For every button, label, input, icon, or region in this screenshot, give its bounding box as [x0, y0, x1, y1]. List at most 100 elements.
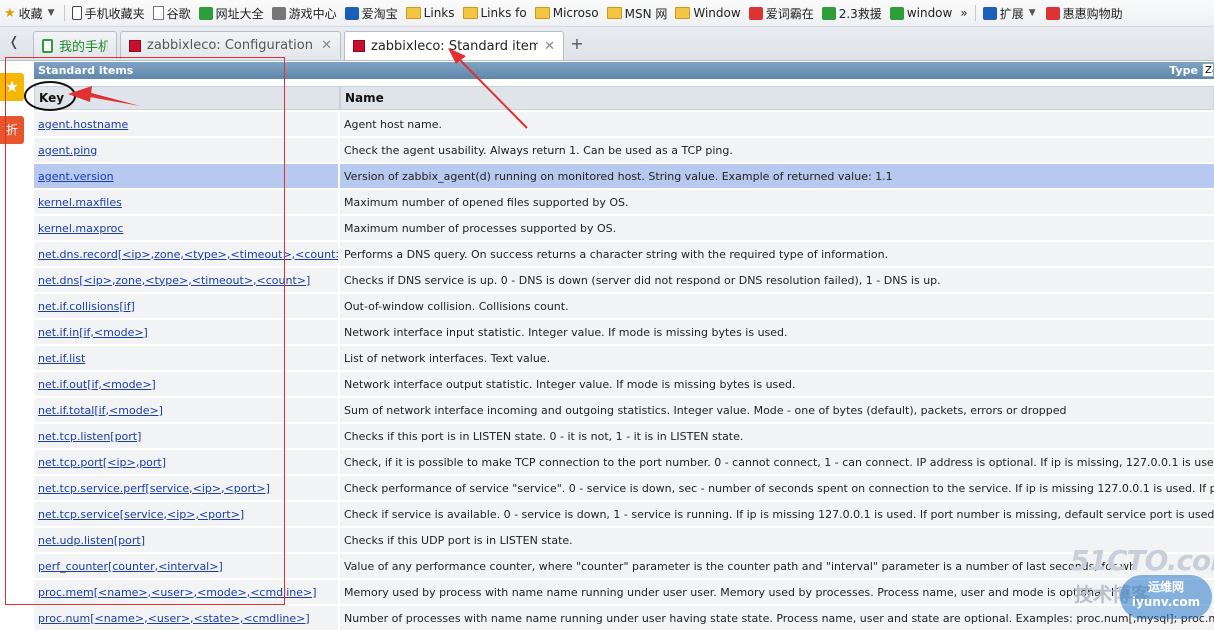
bookmark-item[interactable]: Links fo — [459, 2, 531, 24]
item-key-link[interactable]: agent.version — [38, 170, 114, 183]
type-label: Type — [1169, 64, 1198, 77]
page-icon — [152, 6, 164, 20]
key-cell: net.tcp.service[service,<ip>,<port>] — [34, 502, 340, 526]
tab-zabbix-standard-items[interactable]: zabbixleco: Standard items ✕ — [344, 31, 564, 60]
bookmark-item[interactable]: 爱淘宝 — [341, 2, 402, 24]
tab-title: zabbixleco: Configuration of — [147, 38, 316, 53]
extensions-button[interactable]: 扩展 ▼ — [979, 2, 1042, 24]
column-header-name[interactable]: Name — [340, 86, 1214, 110]
folder-icon — [462, 7, 478, 19]
item-name-cell: Maximum number of opened files supported… — [340, 190, 1214, 214]
bookmark-item[interactable]: ★ 收藏 ▼ — [0, 2, 61, 24]
shopping-label: 惠惠购物助 — [1062, 6, 1123, 21]
bookmark-label: Links — [423, 6, 455, 20]
item-name-cell: Check the agent usability. Always return… — [340, 138, 1214, 162]
bookmark-label: window — [906, 6, 953, 20]
bookmark-item[interactable]: Window — [671, 2, 744, 24]
watermark-badge-bottom: iyunv.com — [1131, 595, 1201, 609]
watermark-brand: 51CTO.com — [1070, 544, 1214, 577]
item-key-link[interactable]: net.tcp.port[<ip>,port] — [38, 456, 166, 469]
item-name-cell: Checks if this port is in LISTEN state. … — [340, 424, 1214, 448]
bookmark-item[interactable]: Links — [402, 2, 459, 24]
bookmark-item[interactable]: 2.3救援 — [818, 2, 886, 24]
window-icon — [889, 6, 904, 20]
item-key-link[interactable]: perf_counter[counter,<interval>] — [38, 560, 223, 573]
key-cell: net.if.collisions[if] — [34, 294, 340, 318]
item-key-link[interactable]: agent.hostname — [38, 118, 128, 131]
key-cell: agent.ping — [34, 138, 340, 162]
item-key-link[interactable]: net.if.list — [38, 352, 85, 365]
bookmark-label: 爱淘宝 — [361, 6, 398, 21]
bookmark-item[interactable]: 谷歌 — [149, 2, 195, 24]
section-title: Standard items — [38, 64, 134, 77]
item-name-cell: Agent host name. — [340, 112, 1214, 136]
key-cell: net.tcp.port[<ip>,port] — [34, 450, 340, 474]
bookmark-item[interactable]: Microso — [531, 2, 603, 24]
key-cell: net.if.in[if,<mode>] — [34, 320, 340, 344]
item-key-link[interactable]: net.if.in[if,<mode>] — [38, 326, 148, 339]
item-name-cell: Network interface input statistic. Integ… — [340, 320, 1214, 344]
bookmark-label: 游戏中心 — [288, 6, 337, 21]
globe-icon — [198, 6, 213, 20]
bookmark-item[interactable]: 网址大全 — [195, 2, 268, 24]
close-icon[interactable]: ✕ — [544, 39, 555, 54]
item-name-cell: Out-of-window collision. Collisions coun… — [340, 294, 1214, 318]
item-name-cell: Number of processes with name name runni… — [340, 606, 1214, 630]
item-key-link[interactable]: net.tcp.service.perf[service,<ip>,<port>… — [38, 482, 270, 495]
item-key-link[interactable]: net.if.total[if,<mode>] — [38, 404, 163, 417]
item-key-link[interactable]: net.if.out[if,<mode>] — [38, 378, 156, 391]
discount-icon[interactable]: 折 — [0, 116, 24, 144]
bookmark-item[interactable]: 游戏中心 — [268, 2, 341, 24]
phone-icon — [42, 38, 53, 53]
bookmark-item[interactable]: 手机收藏夹 — [68, 2, 149, 24]
key-cell: kernel.maxfiles — [34, 190, 340, 214]
section-header: Standard items Type Za — [34, 62, 1214, 79]
column-header-key[interactable]: Key — [34, 86, 340, 110]
bookmarks-more-button[interactable]: » — [956, 2, 971, 24]
item-key-link[interactable]: agent.ping — [38, 144, 97, 157]
item-key-link[interactable]: net.dns[<ip>,zone,<type>,<timeout>,<coun… — [38, 274, 310, 287]
item-key-link[interactable]: net.tcp.listen[port] — [38, 430, 141, 443]
iciba-icon — [748, 6, 763, 20]
zabbix-icon — [129, 39, 141, 52]
table-header-row: Key Name — [34, 86, 1214, 110]
table-row: net.if.out[if,<mode>] Network interface o… — [34, 372, 1214, 396]
table-row: kernel.maxfiles Maximum number of opened … — [34, 190, 1214, 214]
item-key-link[interactable]: net.tcp.service[service,<ip>,<port>] — [38, 508, 244, 521]
folder-icon — [405, 7, 421, 19]
item-name-cell: Check, if it is possible to make TCP con… — [340, 450, 1214, 474]
item-name-cell: Check performance of service "service". … — [340, 476, 1214, 500]
item-name-cell: Maximum number of processes supported by… — [340, 216, 1214, 240]
shopping-assistant-button[interactable]: 惠惠购物助 — [1042, 2, 1127, 24]
tab-scroll-left-icon[interactable]: ❬ — [4, 35, 24, 53]
item-key-link[interactable]: proc.mem[<name>,<user>,<mode>,<cmdline>] — [38, 586, 317, 599]
watermark-badge-top: 运维网 — [1147, 580, 1184, 594]
item-key-link[interactable]: net.if.collisions[if] — [38, 300, 135, 313]
chevron-down-icon[interactable]: ▼ — [46, 8, 57, 18]
tab-my-phone[interactable]: 我的手机 — [33, 31, 117, 59]
bookmark-item[interactable]: 爱词霸在 — [745, 2, 818, 24]
bookmark-label: Window — [693, 6, 741, 20]
item-key-link[interactable]: proc.num[<name>,<user>,<state>,<cmdline>… — [38, 612, 310, 625]
table-row: net.tcp.service.perf[service,<ip>,<port>… — [34, 476, 1214, 500]
key-cell: proc.mem[<name>,<user>,<mode>,<cmdline>] — [34, 580, 340, 604]
item-key-link[interactable]: net.dns.record[<ip>,zone,<type>,<timeout… — [38, 248, 338, 261]
tab-zabbix-configuration[interactable]: zabbixleco: Configuration of ✕ — [120, 31, 341, 59]
table-row: agent.hostname Agent host name. — [34, 112, 1214, 136]
standard-items-table: Key Name agent.hostname Agent host name. a… — [34, 84, 1214, 632]
item-name-cell: Performs a DNS query. On success returns… — [340, 242, 1214, 266]
item-key-link[interactable]: kernel.maxproc — [38, 222, 123, 235]
favorite-star-icon[interactable]: ★ — [0, 73, 24, 101]
key-cell: net.udp.listen[port] — [34, 528, 340, 552]
gamepad-icon — [271, 6, 286, 20]
new-tab-button[interactable]: + — [567, 35, 587, 53]
close-icon[interactable]: ✕ — [321, 38, 332, 53]
item-key-link[interactable]: kernel.maxfiles — [38, 196, 122, 209]
type-select[interactable]: Za — [1202, 63, 1214, 77]
divider — [974, 5, 976, 21]
tab-title: zabbixleco: Standard items — [371, 38, 539, 54]
bookmark-item[interactable]: window — [886, 2, 957, 24]
bookmark-item[interactable]: MSN 网 — [603, 2, 672, 24]
zabbix-icon — [353, 40, 365, 52]
item-key-link[interactable]: net.udp.listen[port] — [38, 534, 145, 547]
